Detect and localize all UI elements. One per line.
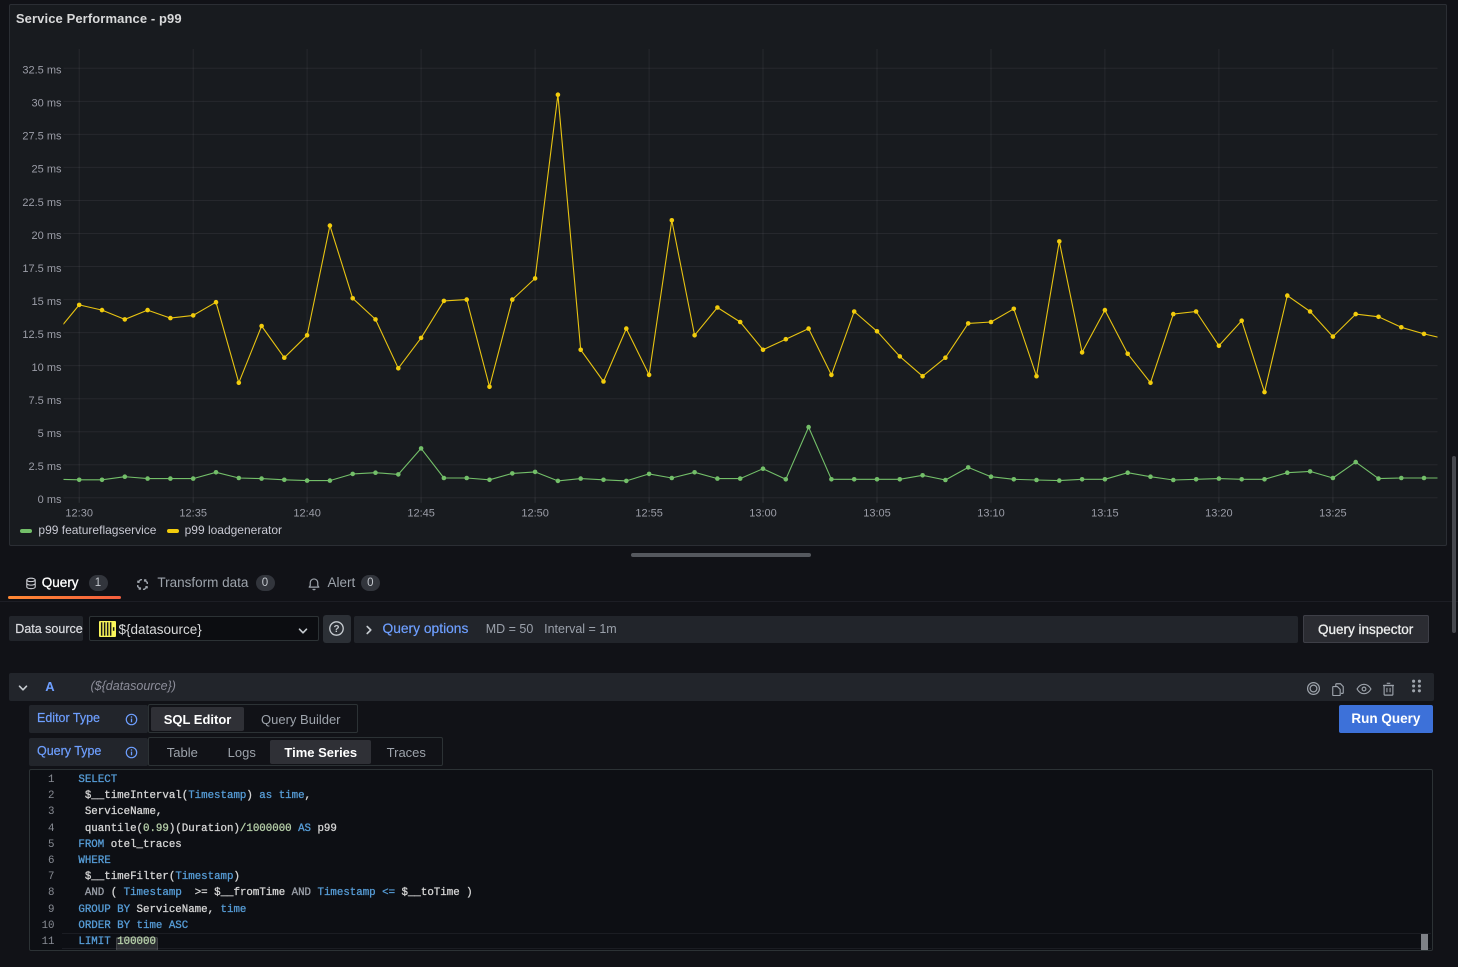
svg-text:?: ? [334,624,340,635]
